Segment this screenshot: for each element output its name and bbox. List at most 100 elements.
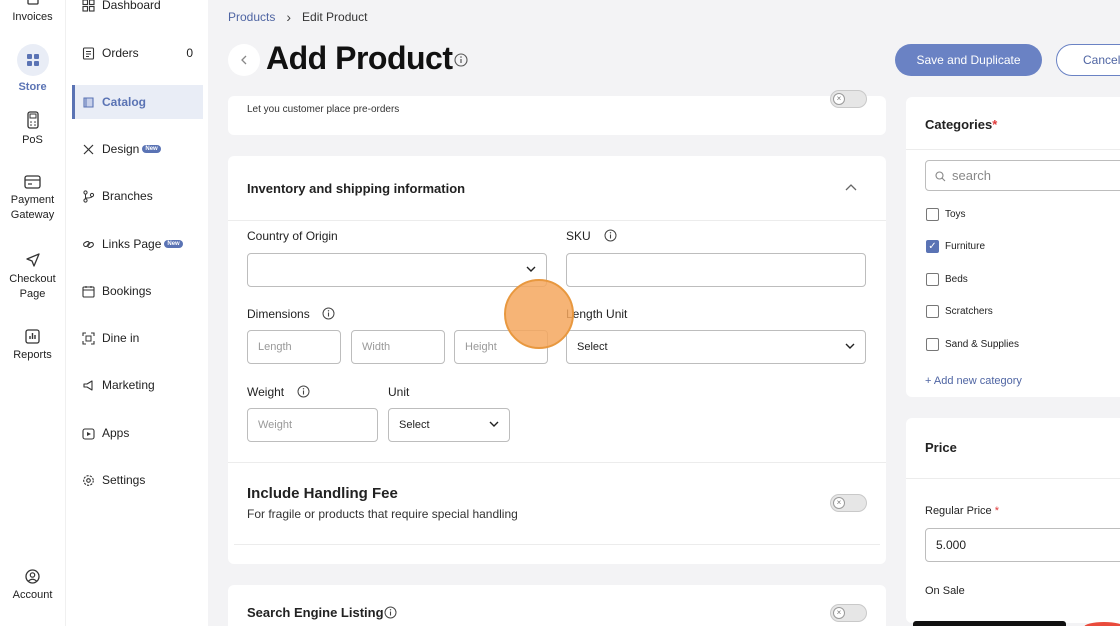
info-icon[interactable]	[322, 307, 335, 320]
sidebar-item-dine-in[interactable]: Dine in	[72, 321, 203, 355]
megaphone-icon	[83, 379, 93, 391]
preorder-toggle[interactable]: ×	[830, 90, 867, 108]
info-icon[interactable]	[384, 606, 397, 619]
payment-card-icon	[24, 175, 41, 189]
chevron-down-icon	[526, 266, 536, 272]
account-icon	[25, 569, 40, 584]
length-unit-value: Select	[577, 341, 608, 353]
category-item-furniture[interactable]: ✓ Furniture	[926, 240, 985, 253]
info-icon[interactable]	[297, 385, 310, 398]
add-new-category-link[interactable]: + Add new category	[925, 375, 1022, 387]
categories-title: Categories*	[925, 117, 998, 132]
divider	[234, 544, 880, 545]
category-item-toys[interactable]: Toys	[926, 208, 966, 221]
icon-rail: Invoices Store PoS Payment Gateway Check…	[0, 0, 65, 626]
rail-label: PoS	[22, 134, 43, 146]
info-icon[interactable]	[604, 229, 617, 242]
sidebar-item-label: Branches	[102, 189, 153, 203]
sidebar-item-catalog[interactable]: Catalog	[72, 85, 203, 119]
category-search-input[interactable]: search	[925, 160, 1120, 191]
save-and-duplicate-button[interactable]: Save and Duplicate	[895, 44, 1042, 76]
rail-item-store[interactable]: Store	[0, 44, 65, 95]
checkbox-checked-icon[interactable]: ✓	[926, 240, 939, 253]
rail-item-account[interactable]: Account	[0, 569, 65, 603]
seo-toggle[interactable]: ×	[830, 604, 867, 622]
inventory-panel: Inventory and shipping information Count…	[228, 156, 886, 564]
qr-scan-icon	[82, 331, 95, 345]
cancel-button[interactable]: Cancel	[1056, 44, 1120, 76]
category-item-scratchers[interactable]: Scratchers	[926, 305, 993, 318]
preorder-description: Let you customer place pre-orders	[247, 104, 400, 115]
click-indicator	[504, 279, 574, 349]
gear-icon	[83, 474, 94, 486]
weight-unit-label: Unit	[388, 385, 410, 399]
sidebar-item-label: Dine in	[102, 331, 140, 345]
reports-chart-icon	[25, 329, 40, 344]
checkbox[interactable]	[926, 338, 939, 351]
sidebar-item-settings[interactable]: Settings	[72, 463, 203, 497]
handling-fee-description: For fragile or products that require spe…	[247, 507, 518, 521]
regular-price-label: Regular Price *	[925, 505, 999, 517]
sidebar-item-orders[interactable]: Orders 0	[72, 36, 203, 70]
rail-label: Account	[12, 589, 53, 601]
weight-unit-select[interactable]: Select	[388, 408, 510, 442]
preorder-panel: Let you customer place pre-orders ×	[228, 90, 886, 135]
toggle-off-icon: ×	[833, 93, 845, 105]
sidebar-item-bookings[interactable]: Bookings	[72, 274, 203, 308]
chevron-right-icon: ›	[286, 9, 292, 25]
category-item-beds[interactable]: Beds	[926, 273, 968, 286]
scroll-indicator	[913, 621, 1066, 626]
sidebar-item-label: Catalog	[102, 95, 147, 109]
orders-count-badge: 0	[186, 46, 193, 60]
length-input[interactable]: Length	[247, 330, 341, 364]
rail-item-checkout-page[interactable]: Checkout Page	[0, 252, 65, 302]
calendar-icon	[82, 285, 95, 298]
help-widget-icon[interactable]	[1084, 622, 1120, 626]
search-icon	[935, 171, 946, 182]
sidebar-item-links-page[interactable]: Links Page New	[72, 227, 203, 261]
price-panel: Price Regular Price * 5.000 On Sale	[906, 418, 1120, 623]
checkbox[interactable]	[926, 273, 939, 286]
divider	[228, 220, 886, 221]
country-of-origin-label: Country of Origin	[247, 229, 338, 243]
sidebar-item-label: Settings	[102, 473, 146, 487]
divider	[906, 149, 1120, 150]
divider	[228, 462, 886, 463]
sidebar-item-dashboard[interactable]: Dashboard	[72, 0, 203, 22]
width-input[interactable]: Width	[351, 330, 445, 364]
length-unit-select[interactable]: Select	[566, 330, 866, 364]
link-icon	[83, 240, 94, 248]
weight-label: Weight	[247, 385, 285, 399]
pos-terminal-icon	[26, 111, 39, 129]
country-of-origin-select[interactable]	[247, 253, 547, 287]
handling-fee-title: Include Handling Fee	[247, 485, 398, 502]
page-title: Add Product	[266, 40, 453, 76]
weight-input[interactable]: Weight	[247, 408, 378, 442]
sidebar-item-design[interactable]: Design New	[72, 132, 203, 166]
handling-fee-toggle[interactable]: ×	[830, 494, 867, 512]
sidebar-item-branches[interactable]: Branches	[72, 179, 203, 213]
sku-input[interactable]	[566, 253, 866, 287]
rail-item-reports[interactable]: Reports	[0, 329, 65, 363]
sidebar-item-apps[interactable]: Apps	[72, 416, 203, 450]
sidebar-item-label: Marketing	[102, 378, 155, 392]
rail-label: Store	[18, 81, 47, 93]
checkbox[interactable]	[926, 208, 939, 221]
seo-section-title: Search Engine Listing	[247, 605, 384, 620]
regular-price-input[interactable]: 5.000	[925, 528, 1120, 562]
checkbox[interactable]	[926, 305, 939, 318]
breadcrumb-link-products[interactable]: Products	[228, 10, 275, 24]
rail-item-payment-gateway[interactable]: Payment Gateway	[0, 175, 65, 223]
sidebar-item-label: Orders	[102, 46, 139, 60]
category-item-sand-supplies[interactable]: Sand & Supplies	[926, 338, 1019, 351]
back-button[interactable]	[228, 44, 260, 76]
chevron-up-icon[interactable]	[845, 183, 857, 191]
toggle-off-icon: ×	[833, 607, 845, 619]
rail-item-invoices[interactable]: Invoices	[0, 0, 65, 25]
info-icon[interactable]	[454, 53, 468, 67]
sidebar-item-marketing[interactable]: Marketing	[72, 368, 203, 402]
sidebar-item-label: Apps	[102, 426, 130, 440]
rail-item-pos[interactable]: PoS	[0, 111, 65, 148]
on-sale-label: On Sale	[925, 585, 965, 597]
catalog-icon	[83, 96, 94, 108]
